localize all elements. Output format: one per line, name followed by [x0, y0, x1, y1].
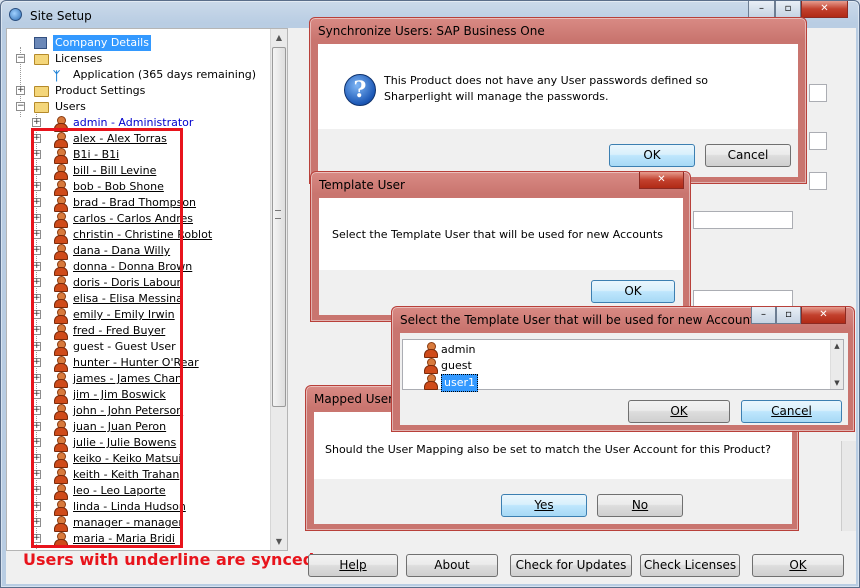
scroll-up-arrow-icon[interactable]: ▲	[831, 342, 843, 350]
template-ok-label: OK	[624, 284, 642, 298]
mapped-dialog-title: Mapped User	[314, 392, 394, 406]
template-close-button[interactable]: ✕	[639, 172, 684, 189]
check-licenses-button[interactable]: Check Licenses	[640, 554, 740, 577]
help-button[interactable]: Help	[308, 554, 398, 577]
sync-cancel-label: Cancel	[727, 148, 769, 162]
application-days-remaining: (365 days remaining)	[138, 68, 257, 81]
app-icon	[9, 8, 22, 21]
select-minimize-button[interactable]: –	[751, 307, 776, 324]
splitter-grip[interactable]	[275, 210, 281, 219]
template-user-list[interactable]: admin guest user1 ▲ ▼	[402, 339, 844, 392]
check-licenses-label: Check Licenses	[643, 558, 737, 572]
sync-dialog: Synchronize Users: SAP Business One ? Th…	[309, 17, 807, 184]
mapped-no-label: No	[631, 498, 649, 512]
scroll-down-arrow-icon[interactable]: ▼	[271, 533, 287, 550]
tree-item-licenses[interactable]: Licenses	[55, 51, 102, 67]
folder-icon	[34, 102, 49, 113]
sync-dialog-title: Synchronize Users: SAP Business One	[318, 24, 545, 38]
mapped-yes-label: Yes	[534, 498, 554, 512]
select-ok-button[interactable]: OK	[628, 400, 730, 423]
tree-item-application[interactable]: Application	[73, 67, 134, 83]
scroll-down-arrow-icon[interactable]: ▼	[831, 379, 843, 387]
company-icon	[34, 37, 47, 49]
select-cancel-button[interactable]: Cancel	[741, 400, 842, 423]
scroll-up-arrow-icon[interactable]: ▲	[271, 29, 287, 46]
select-dialog-title: Select the Template User that will be us…	[400, 313, 762, 327]
sync-ok-button[interactable]: OK	[609, 144, 695, 167]
check-updates-button[interactable]: Check for Updates	[510, 554, 632, 577]
application-icon: ᛉ	[53, 69, 61, 83]
form-field[interactable]	[809, 84, 827, 102]
select-cancel-label: Cancel	[771, 404, 812, 418]
window-title: Site Setup	[30, 9, 92, 23]
form-field[interactable]	[809, 132, 827, 150]
expand-product-settings-toggle[interactable]: +	[16, 86, 25, 95]
list-item-label: user1	[441, 374, 478, 392]
expand-licenses-toggle[interactable]: −	[16, 54, 25, 63]
list-item-label: admin	[441, 343, 476, 356]
folder-icon	[34, 54, 49, 65]
select-maximize-button[interactable]: ▫	[776, 307, 801, 324]
sync-dialog-body: ? This Product does not have any User pa…	[318, 44, 798, 177]
template-ok-button[interactable]: OK	[591, 280, 675, 303]
tree-scrollbar[interactable]: ▲ ▼	[270, 29, 287, 550]
mapped-message: Should the User Mapping also be set to m…	[325, 443, 771, 456]
about-button[interactable]: About	[406, 554, 498, 577]
sync-cancel-button[interactable]: Cancel	[705, 144, 791, 167]
check-updates-label: Check for Updates	[515, 558, 627, 572]
select-dialog-body: admin guest user1 ▲ ▼ OK Cancel	[400, 333, 848, 425]
list-scrollbar[interactable]: ▲ ▼	[830, 340, 843, 389]
about-label: About	[434, 558, 470, 572]
close-button[interactable]: ✕	[801, 1, 848, 18]
main-ok-label: OK	[789, 558, 807, 572]
right-scrollbar[interactable]	[841, 441, 856, 531]
sync-message: This Product does not have any User pass…	[384, 74, 709, 103]
template-message: Select the Template User that will be us…	[332, 228, 663, 241]
template-user-dialog: Template User ✕ Select the Template User…	[310, 171, 691, 322]
folder-icon	[34, 86, 49, 97]
scroll-thumb[interactable]	[272, 47, 286, 407]
help-label: Help	[339, 558, 367, 572]
expand-users-toggle[interactable]: −	[16, 102, 25, 111]
select-template-dialog: Select the Template User that will be us…	[391, 306, 855, 432]
tree-item-company-details[interactable]: Company Details	[53, 35, 151, 51]
template-dialog-body: Select the Template User that will be us…	[319, 198, 683, 315]
minimize-button[interactable]: –	[748, 1, 775, 18]
mapped-yes-button[interactable]: Yes	[501, 494, 587, 517]
form-field[interactable]	[809, 172, 827, 190]
select-ok-label: OK	[670, 404, 688, 418]
tree-item-product-settings[interactable]: Product Settings	[55, 83, 145, 99]
main-ok-button[interactable]: OK	[752, 554, 844, 577]
sync-annotation: Users with underline are synced	[23, 550, 315, 569]
user-icon	[423, 342, 438, 358]
list-item-label: guest	[441, 359, 472, 372]
sync-ok-label: OK	[643, 148, 661, 162]
synced-users-highlight	[31, 128, 183, 548]
user-icon	[423, 358, 438, 374]
maximize-button[interactable]: ▫	[775, 1, 801, 18]
question-icon: ?	[344, 74, 376, 106]
template-dialog-title: Template User	[319, 178, 405, 192]
mapped-no-button[interactable]: No	[597, 494, 683, 517]
expand-user-toggle[interactable]: +	[32, 118, 41, 127]
user-icon	[423, 374, 438, 390]
select-close-button[interactable]: ✕	[801, 307, 846, 324]
form-field[interactable]	[693, 211, 793, 229]
tree-item-users[interactable]: Users	[55, 99, 86, 115]
